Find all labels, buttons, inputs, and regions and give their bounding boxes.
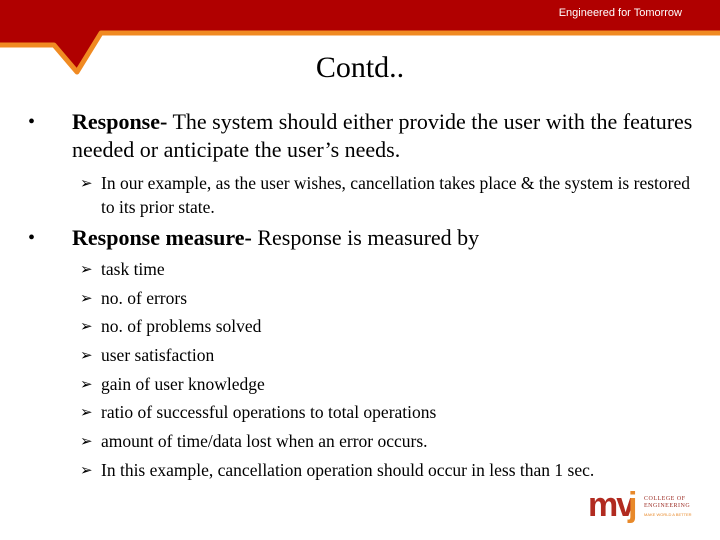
slide-title: Contd.. xyxy=(0,50,720,86)
slide-title-text: Contd.. xyxy=(315,51,405,84)
bullet-dot-icon: • xyxy=(28,111,36,133)
mvj-college-logo: mv j COLLEGE OF ENGINEERING MAKE WORLD A… xyxy=(588,486,692,528)
measure-text: task time xyxy=(101,259,165,279)
measure-item: ➢ user satisfaction xyxy=(80,343,710,372)
bullet-heading: Response- xyxy=(72,109,168,134)
logo-college-name: COLLEGE OF ENGINEERING xyxy=(644,496,690,510)
bullet-response: • Response- The system should either pro… xyxy=(28,108,708,164)
measure-text: user satisfaction xyxy=(101,345,215,366)
measure-text: no. of problems solved xyxy=(101,316,262,337)
measure-item: ➢ ratio of successful operations to total… xyxy=(80,400,710,429)
arrow-bullet-icon: ➢ xyxy=(80,288,93,307)
arrow-bullet-icon: ➢ xyxy=(80,174,93,192)
sub-bullet-item: ➢ In our example, as the user wishes, ca… xyxy=(80,171,700,219)
logo-mark-mv: mv xyxy=(588,486,635,524)
measure-item: ➢ no. of errors xyxy=(80,286,710,315)
bullet-heading: Response measure- xyxy=(72,225,252,250)
arrow-bullet-icon: ➢ xyxy=(80,260,93,278)
bullet-dot-icon: • xyxy=(28,227,36,249)
arrow-bullet-icon: ➢ xyxy=(80,317,93,336)
logo-mark-j: j xyxy=(628,486,638,524)
measure-item: ➢ gain of user knowledge xyxy=(80,372,710,401)
measure-item: ➢ task time xyxy=(80,257,710,286)
measure-text: amount of time/data lost when an error o… xyxy=(101,431,428,452)
arrow-bullet-icon: ➢ xyxy=(80,403,93,422)
measure-item: ➢ amount of time/data lost when an error … xyxy=(80,429,710,458)
logo-line-2: ENGINEERING xyxy=(644,503,691,509)
measure-text: no. of errors xyxy=(101,287,188,308)
sub-bullet-list: ➢ In our example, as the user wishes, ca… xyxy=(80,171,700,219)
logo-motto: MAKE WORLD A BETTER xyxy=(644,512,692,517)
header-tagline: Engineered for Tomorrow xyxy=(558,7,682,19)
sub-bullet-text: In our example, as the user wishes, canc… xyxy=(101,173,690,217)
measure-list: ➢ task time ➢ no. of errors ➢ no. of proble… xyxy=(80,257,710,487)
measure-text: In this example, cancellation operation … xyxy=(101,459,595,480)
measure-text: ratio of successful operations to total … xyxy=(101,402,437,423)
bullet-item: • Response- The system should either pro… xyxy=(28,108,708,164)
measure-text: gain of user knowledge xyxy=(101,373,265,394)
bullet-text: Response is measured by xyxy=(251,225,480,250)
logo-line-1: COLLEGE OF xyxy=(644,496,686,502)
arrow-bullet-icon: ➢ xyxy=(80,346,93,365)
arrow-bullet-icon: ➢ xyxy=(80,374,93,393)
arrow-bullet-icon: ➢ xyxy=(80,460,93,479)
measure-item: ➢ In this example, cancellation operation… xyxy=(80,458,710,487)
bullet-item: • Response measure- Response is measured… xyxy=(28,224,708,252)
measure-item: ➢ no. of problems solved xyxy=(80,314,710,343)
bullet-response-measure: • Response measure- Response is measured… xyxy=(28,224,708,252)
arrow-bullet-icon: ➢ xyxy=(80,432,93,451)
